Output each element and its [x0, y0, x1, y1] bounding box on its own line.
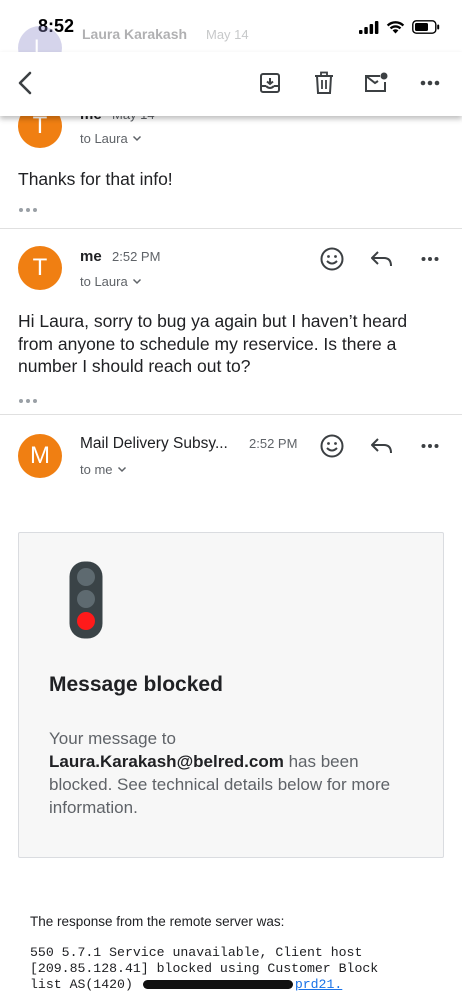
blocked-title: Message blocked	[49, 673, 223, 696]
smiley-icon	[320, 434, 344, 458]
blocked-text-prefix: Your message to	[49, 729, 176, 748]
smiley-icon	[320, 247, 344, 271]
delete-button[interactable]	[309, 68, 339, 98]
message-2-recipients[interactable]: to Laura	[80, 274, 142, 289]
message-3-sender: Mail Delivery Subsy...	[80, 435, 228, 452]
react-emoji-button[interactable]	[318, 245, 346, 273]
technical-intro: The response from the remote server was:	[30, 914, 285, 929]
message-more-button[interactable]	[416, 245, 444, 273]
reply-icon	[371, 251, 392, 267]
avatar: M	[18, 434, 62, 478]
reply-button[interactable]	[368, 432, 396, 460]
reply-button[interactable]	[368, 245, 396, 273]
more-horizontal-icon	[420, 80, 440, 86]
more-options-button[interactable]	[415, 68, 445, 98]
react-emoji-button[interactable]	[318, 432, 346, 460]
recipient-label: to me	[80, 462, 113, 477]
technical-line-3-prefix: list AS(1420)	[30, 977, 133, 992]
mark-unread-button[interactable]	[361, 68, 391, 98]
ghost-date: May 14	[206, 27, 249, 42]
message-2-body: Hi Laura, sorry to bug ya again but I ha…	[18, 311, 408, 376]
technical-line-3: list AS(1420) prd21.	[30, 977, 342, 994]
archive-button[interactable]	[255, 68, 285, 98]
message-2-avatar[interactable]: T	[18, 246, 62, 290]
mail-unread-icon	[365, 72, 388, 92]
message-3-time: 2:52 PM	[249, 436, 298, 451]
chevron-down-icon	[132, 278, 141, 285]
more-horizontal-icon	[421, 444, 439, 448]
message-3-avatar[interactable]: M	[18, 434, 62, 478]
blocked-recipient-email: Laura.Karakash@belred.com	[49, 752, 284, 771]
technical-line-2: [209.85.128.41] blocked using Customer B…	[30, 961, 379, 976]
archive-icon	[260, 73, 280, 93]
traffic-light-icon	[69, 561, 103, 639]
show-quoted-2[interactable]	[18, 391, 38, 409]
avatar: T	[18, 246, 62, 290]
message-1-recipients[interactable]: to Laura	[80, 131, 142, 146]
divider	[0, 414, 462, 415]
reply-icon	[371, 438, 392, 454]
chevron-down-icon	[132, 135, 141, 142]
message-1-body: Thanks for that info!	[18, 169, 173, 189]
message-2-time: 2:52 PM	[112, 249, 161, 264]
technical-link[interactable]: prd21.	[295, 977, 342, 992]
chevron-down-icon	[117, 466, 126, 473]
blocked-message: Your message to Laura.Karakash@belred.co…	[49, 727, 409, 819]
divider	[0, 228, 462, 229]
ellipsis-icon	[19, 399, 37, 403]
message-2-sender: me	[80, 248, 102, 265]
message-blocked-card: Message blocked Your message to Laura.Ka…	[18, 532, 444, 858]
trash-icon	[315, 71, 333, 94]
ghost-sender: Laura Karakash	[82, 26, 188, 42]
recipient-label: to Laura	[80, 131, 128, 146]
message-3-recipients[interactable]: to me	[80, 462, 127, 477]
back-arrow-icon	[18, 71, 32, 95]
ellipsis-icon	[19, 208, 37, 212]
recipient-label: to Laura	[80, 274, 128, 289]
redaction-scribble	[142, 980, 293, 990]
technical-line-1: 550 5.7.1 Service unavailable, Client ho…	[30, 945, 363, 960]
message-more-button[interactable]	[416, 432, 444, 460]
back-button[interactable]	[10, 68, 40, 98]
message-toolbar	[0, 52, 462, 116]
more-horizontal-icon	[421, 257, 439, 261]
show-quoted-1[interactable]	[18, 200, 38, 218]
